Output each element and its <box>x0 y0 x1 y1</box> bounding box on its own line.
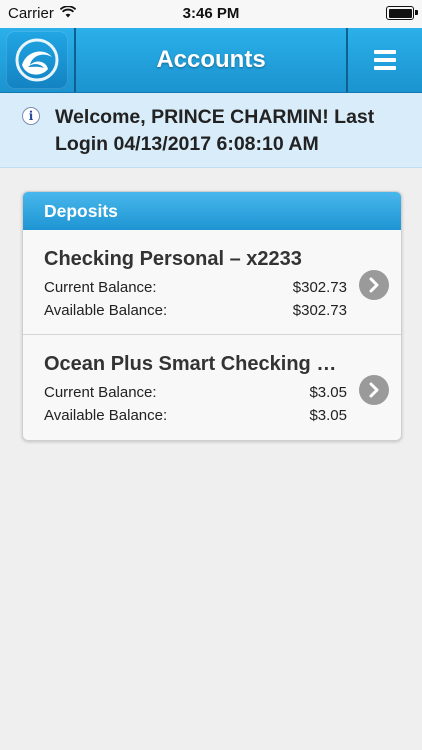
deposits-header: Deposits <box>23 192 401 230</box>
current-balance-label: Current Balance: <box>44 384 157 401</box>
current-balance-value: $302.73 <box>292 279 347 296</box>
status-time: 3:46 PM <box>182 5 240 22</box>
page-title: Accounts <box>156 46 266 73</box>
chevron-right-icon[interactable] <box>359 270 389 300</box>
wave-logo-icon <box>6 31 68 89</box>
deposits-card: Deposits Checking Personal – x2233 Curre… <box>22 191 402 441</box>
account-row-checking-personal[interactable]: Checking Personal – x2233 Current Balanc… <box>23 230 401 335</box>
account-name: Ocean Plus Smart Checking – x1190 <box>44 353 344 375</box>
available-balance-label: Available Balance: <box>44 407 168 424</box>
app-header: Accounts <box>0 28 422 93</box>
menu-button[interactable] <box>346 28 422 92</box>
welcome-message: Welcome, PRINCE CHARMIN! Last Login 04/1… <box>55 106 375 155</box>
current-balance-line: Current Balance: $302.73 <box>44 279 347 296</box>
current-balance-line: Current Balance: $3.05 <box>44 384 347 401</box>
available-balance-value: $3.05 <box>309 407 347 424</box>
current-balance-label: Current Balance: <box>44 279 157 296</box>
battery-icon <box>386 6 418 20</box>
available-balance-line: Available Balance: $302.73 <box>44 302 347 319</box>
account-row-ocean-plus[interactable]: Ocean Plus Smart Checking – x1190 Curren… <box>23 335 401 439</box>
status-bar: Carrier 3:46 PM <box>0 0 422 28</box>
welcome-banner: i Welcome, PRINCE CHARMIN! Last Login 04… <box>0 93 422 168</box>
logo-button[interactable] <box>0 28 76 92</box>
available-balance-line: Available Balance: $3.05 <box>44 407 347 424</box>
chevron-right-icon[interactable] <box>359 375 389 405</box>
account-name: Checking Personal – x2233 <box>44 248 302 270</box>
info-icon: i <box>22 107 40 125</box>
available-balance-label: Available Balance: <box>44 302 168 319</box>
hamburger-menu-icon <box>374 46 396 74</box>
available-balance-value: $302.73 <box>292 302 347 319</box>
current-balance-value: $3.05 <box>309 384 347 401</box>
